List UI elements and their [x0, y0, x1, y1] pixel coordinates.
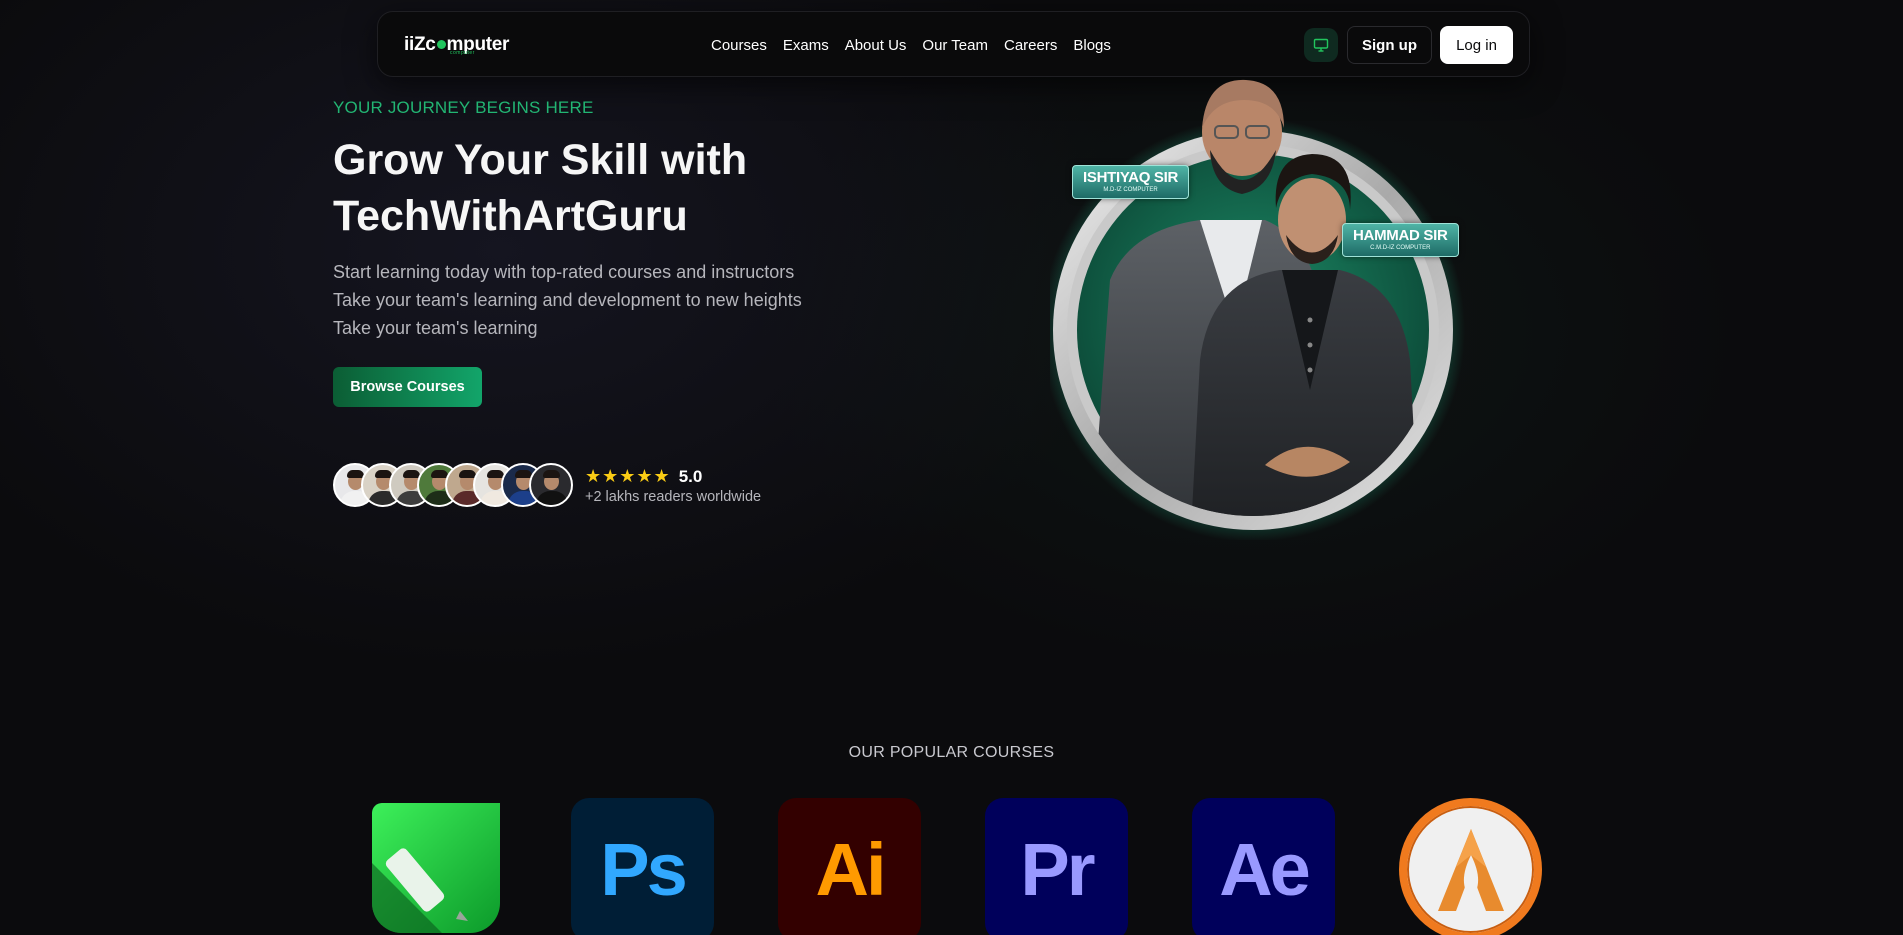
theme-toggle-button[interactable] [1304, 28, 1338, 62]
pencil-icon [372, 848, 468, 933]
illustrator-icon: Ai [815, 828, 887, 911]
logo-c: c [425, 34, 436, 55]
illustrator-course-icon[interactable]: Ai [778, 798, 921, 935]
popular-courses-heading: OUR POPULAR COURSES [848, 744, 1055, 761]
rating: ★★★★★ 5.0 [585, 466, 702, 487]
top-navbar: iiZ c mputer computer Courses Exams About … [377, 11, 1530, 77]
nav-link-exams[interactable]: Exams [783, 37, 829, 54]
nav-link-our-team[interactable]: Our Team [922, 37, 988, 54]
monitor-icon [1313, 38, 1329, 52]
rating-value: 5.0 [678, 466, 703, 486]
logo-dot [436, 40, 446, 49]
nav-link-about-us[interactable]: About Us [845, 37, 907, 54]
logo-subtitle: computer [450, 50, 475, 56]
hero-title: Grow Your Skill with TechWithArtGuru [333, 136, 748, 240]
instructor-name: ISHTIYAQ SIR [1083, 169, 1179, 186]
photoshop-course-icon[interactable]: Ps [571, 798, 714, 935]
instructor-role: M.D-IZ COMPUTER [1103, 187, 1158, 193]
instructor-badge-hammad: HAMMAD SIR C.M.D-IZ COMPUTER [1342, 223, 1459, 257]
learner-avatars [333, 463, 573, 507]
readers-count: +2 lakhs readers worldwide [585, 489, 762, 505]
logo-prefix: iiZ [404, 34, 426, 55]
avatar [529, 463, 573, 507]
instructor-badge-ishtiyaq: ISHTIYAQ SIR M.D-IZ COMPUTER [1072, 165, 1190, 199]
instructor-name: HAMMAD SIR [1353, 227, 1448, 244]
browse-courses-button[interactable]: Browse Courses [333, 367, 482, 407]
nav-link-blogs[interactable]: Blogs [1073, 37, 1111, 54]
premiere-course-icon[interactable]: Pr [985, 798, 1128, 935]
instructor-role: C.M.D-IZ COMPUTER [1370, 245, 1431, 251]
pencil-app-icon[interactable] [372, 803, 500, 933]
nav-link-careers[interactable]: Careers [1004, 37, 1057, 54]
instructors-image: ISHTIYAQ SIR M.D-IZ COMPUTER HAMMAD SIR … [1041, 70, 1480, 542]
star-rating-icons: ★★★★★ [585, 466, 671, 486]
photoshop-icon: Ps [600, 828, 687, 911]
log-in-button[interactable]: Log in [1440, 26, 1513, 64]
sign-up-button[interactable]: Sign up [1347, 26, 1432, 64]
autocad-icon [1437, 828, 1504, 911]
hero-eyebrow: YOUR JOURNEY BEGINS HERE [333, 98, 594, 117]
main-nav: Courses Exams About Us Our Team Careers … [711, 12, 1111, 78]
page: iiZ c mputer computer Courses Exams About … [0, 0, 1903, 935]
hero-description: Start learning today with top-rated cour… [333, 262, 802, 338]
after-effects-course-icon[interactable]: Ae [1192, 798, 1335, 935]
nav-link-courses[interactable]: Courses [711, 37, 767, 54]
autocad-course-icon[interactable] [1399, 798, 1542, 935]
after-effects-icon: Ae [1219, 828, 1311, 911]
instructors-photo [1041, 79, 1465, 542]
premiere-icon: Pr [1020, 828, 1095, 911]
